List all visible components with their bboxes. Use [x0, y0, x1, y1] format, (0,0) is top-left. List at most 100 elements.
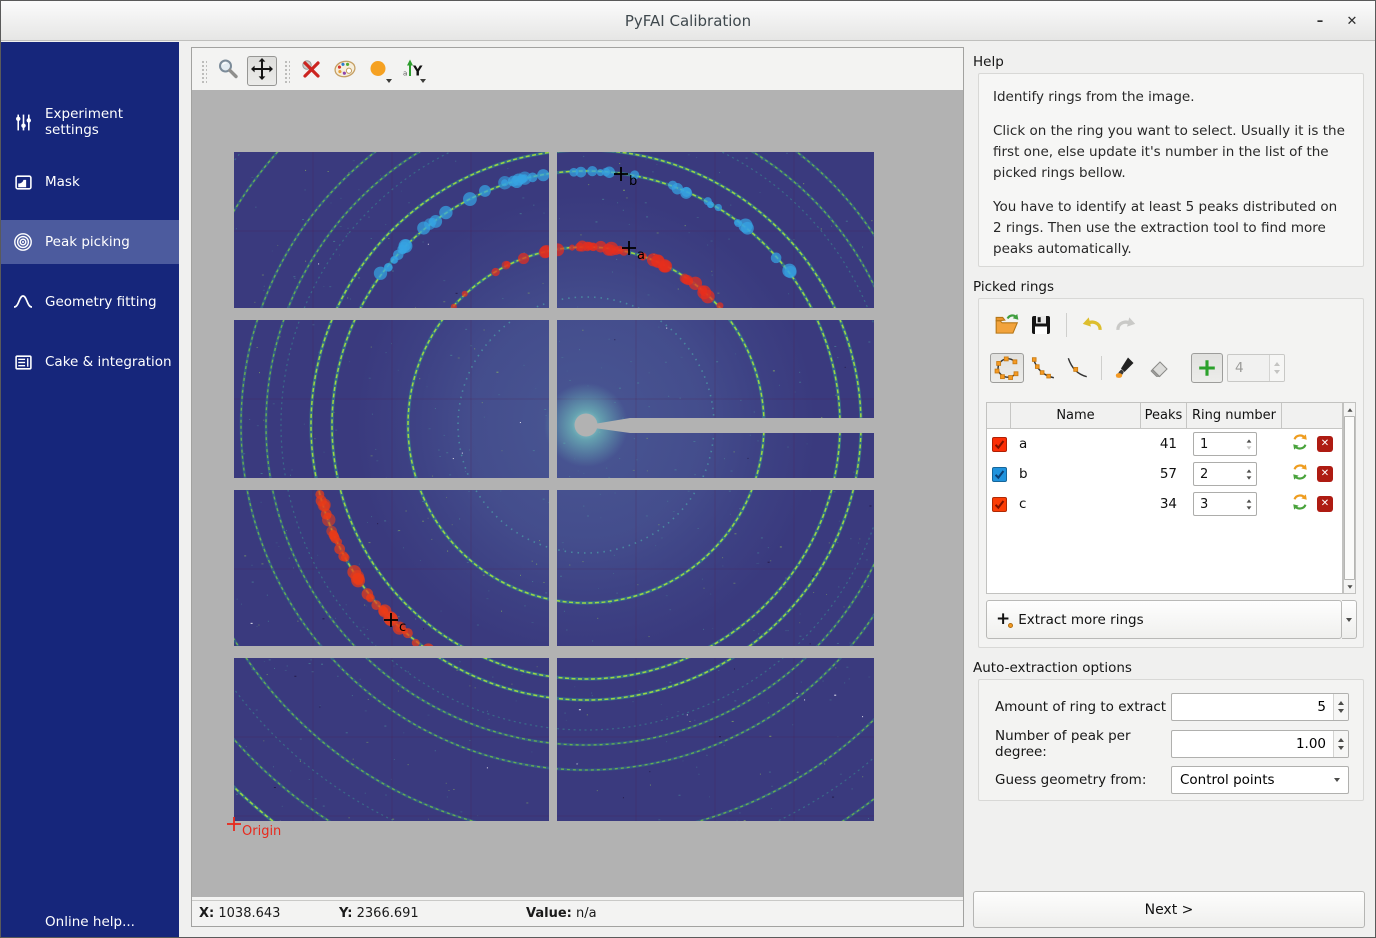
ring-peak-count: 41	[1141, 429, 1187, 459]
header-name: Name	[1011, 403, 1141, 428]
help-paragraph: You have to identify at least 5 peaks di…	[993, 197, 1349, 260]
point-tool-icon	[1064, 355, 1090, 381]
ring-name: a	[1011, 429, 1141, 459]
extract-more-rings-button[interactable]: + Extract more rings	[986, 600, 1342, 639]
spin-down-icon[interactable]	[1247, 446, 1252, 449]
redo-button[interactable]	[1112, 311, 1140, 339]
recompute-ring-button[interactable]	[1291, 433, 1309, 455]
delete-ring-button[interactable]: ✕	[1317, 466, 1333, 482]
eraser-tool-button[interactable]	[1145, 353, 1175, 383]
new-ring-number-spinbox[interactable]: 4	[1227, 354, 1285, 382]
toolbar-drag-handle[interactable]	[200, 59, 207, 83]
spin-up-icon[interactable]	[1338, 701, 1344, 705]
spin-down-icon[interactable]	[1274, 370, 1280, 374]
ring-number-spinbox[interactable]: 3	[1193, 492, 1257, 516]
undo-button[interactable]	[1078, 311, 1106, 339]
ring-tool-icon	[994, 355, 1020, 381]
spin-up-icon[interactable]	[1247, 469, 1252, 472]
single-point-tool-button[interactable]	[1062, 353, 1092, 383]
ring-enabled-checkbox[interactable]	[992, 497, 1007, 512]
cursor-x-readout: X: 1038.643	[199, 906, 339, 921]
spin-down-icon[interactable]	[1338, 746, 1344, 750]
sidebar-item-label: Mask	[45, 174, 80, 190]
spin-down-icon[interactable]	[1338, 709, 1344, 713]
ring-select-tool-button[interactable]	[990, 353, 1024, 383]
ring-number-value: 2	[1194, 463, 1242, 485]
delete-ring-button[interactable]: ✕	[1317, 496, 1333, 512]
colormap-button[interactable]	[330, 56, 360, 86]
clear-peaks-button[interactable]	[296, 56, 326, 86]
scroll-up-button[interactable]	[1344, 403, 1355, 416]
zoom-tool-button[interactable]	[213, 56, 243, 86]
help-box: Identify rings from the image. Click on …	[978, 73, 1364, 267]
brush-tool-button[interactable]	[1111, 353, 1141, 383]
save-points-button[interactable]	[1027, 311, 1055, 339]
picked-rings-box: 4 Name Peaks Ring number a411✕b572✕c343✕	[978, 298, 1364, 648]
guess-geometry-value: Control points	[1180, 772, 1334, 788]
scrollbar-thumb[interactable]	[1344, 416, 1355, 580]
auto-extraction-section-label: Auto-extraction options	[973, 660, 1132, 676]
sidebar-item-mask[interactable]: Mask	[1, 160, 179, 204]
minimize-button[interactable]: –	[1309, 11, 1331, 31]
spin-up-icon[interactable]	[1247, 439, 1252, 442]
table-vertical-scrollbar[interactable]	[1343, 402, 1356, 594]
ring-name: c	[1011, 489, 1141, 519]
table-row[interactable]: b57 2 ✕	[987, 459, 1342, 489]
title-bar: PyFAI Calibration – ✕	[1, 1, 1375, 41]
ring-enabled-checkbox[interactable]	[992, 437, 1007, 452]
extract-more-rings-label: Extract more rings	[1018, 612, 1143, 628]
plot-toolbar: aY	[198, 54, 957, 88]
scroll-down-button[interactable]	[1344, 580, 1355, 593]
toolbar-drag-handle[interactable]	[283, 59, 290, 83]
delete-ring-button[interactable]: ✕	[1317, 436, 1333, 452]
sidebar-item-cake-integration[interactable]: Cake & integration	[1, 340, 179, 384]
peak-per-degree-label: Number of peak per degree:	[995, 728, 1171, 760]
help-paragraph: Identify rings from the image.	[993, 87, 1349, 108]
eraser-icon	[1148, 356, 1172, 380]
ring-peak-count: 57	[1141, 459, 1187, 489]
window-title: PyFAI Calibration	[625, 12, 751, 30]
marker-style-button[interactable]	[364, 56, 394, 86]
diffraction-image[interactable]: abcOrigin	[192, 90, 963, 897]
recompute-ring-button[interactable]	[1291, 493, 1309, 515]
arc-select-tool-button[interactable]	[1028, 353, 1058, 383]
close-button[interactable]: ✕	[1341, 11, 1363, 31]
spin-down-icon[interactable]	[1247, 476, 1252, 479]
sidebar-item-peak-picking[interactable]: Peak picking	[1, 220, 179, 264]
pan-tool-button[interactable]	[247, 56, 277, 86]
recompute-ring-button[interactable]	[1291, 463, 1309, 485]
open-folder-icon	[994, 312, 1020, 338]
guess-geometry-combobox[interactable]: Control points	[1171, 766, 1349, 794]
spin-up-icon[interactable]	[1338, 738, 1344, 742]
extract-options-dropdown-button[interactable]	[1342, 600, 1357, 639]
ring-number-spinbox[interactable]: 1	[1193, 432, 1257, 456]
spin-up-icon[interactable]	[1247, 499, 1252, 502]
sidebar-item-geometry-fitting[interactable]: Geometry fitting	[1, 280, 179, 324]
sidebar-item-experiment-settings[interactable]: Experiment settings	[1, 100, 179, 144]
spin-up-icon[interactable]	[1274, 362, 1280, 366]
ring-number-value: 1	[1194, 433, 1242, 455]
spin-down-icon[interactable]	[1247, 506, 1252, 509]
table-header: Name Peaks Ring number	[987, 403, 1342, 429]
load-points-button[interactable]	[993, 311, 1021, 339]
ring-name: b	[1011, 459, 1141, 489]
y-axis-orientation-button[interactable]: aY	[398, 56, 428, 86]
ring-amount-spinbox[interactable]: 5	[1171, 693, 1349, 721]
plot-widget: aY abcOrigin X: 1038.643 Y: 2366.691 Val…	[191, 47, 964, 927]
table-row[interactable]: a41 1 ✕	[987, 429, 1342, 459]
sidebar-item-label: Geometry fitting	[45, 294, 157, 310]
add-ring-button[interactable]	[1191, 353, 1223, 383]
online-help-link[interactable]: Online help...	[1, 914, 179, 930]
ring-number-spinbox[interactable]: 2	[1193, 462, 1257, 486]
header-ring-number: Ring number	[1187, 403, 1282, 428]
ring-enabled-checkbox[interactable]	[992, 467, 1007, 482]
diffraction-image-canvas[interactable]: abcOrigin	[192, 90, 963, 897]
guess-geometry-label: Guess geometry from:	[995, 772, 1171, 788]
undo-arrow-icon	[1079, 312, 1105, 338]
picked-rings-file-toolbar	[993, 311, 1140, 339]
peak-per-degree-spinbox[interactable]: 1.00	[1171, 730, 1349, 758]
dropdown-caret-icon	[1334, 778, 1340, 782]
next-button[interactable]: Next >	[973, 891, 1365, 928]
mask-icon	[13, 172, 33, 192]
table-row[interactable]: c343✕	[987, 489, 1342, 519]
